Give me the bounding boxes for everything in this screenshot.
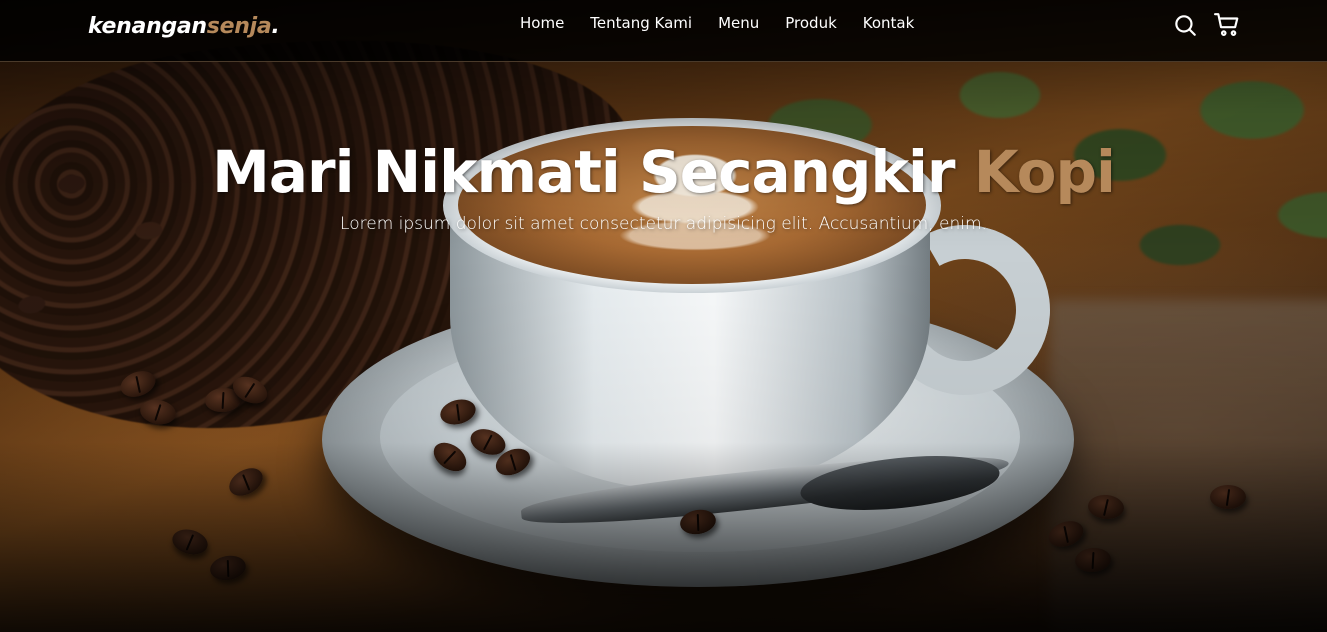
- hero-title-accent: Kopi: [973, 138, 1116, 206]
- nav-link-produk[interactable]: Produk: [785, 12, 837, 34]
- nav-icons: [1172, 12, 1240, 38]
- logo-main-text: kenangan: [88, 14, 207, 39]
- nav-link-home[interactable]: Home: [520, 12, 564, 34]
- hero-subtitle: Lorem ipsum dolor sit amet consectetur a…: [340, 213, 987, 234]
- hero-section: Mari Nikmati Secangkir Kopi Lorem ipsum …: [0, 0, 1327, 632]
- nav-links: Home Tentang Kami Menu Produk Kontak: [520, 12, 914, 34]
- navbar: kenangansenja. Home Tentang Kami Menu Pr…: [0, 0, 1327, 62]
- search-icon[interactable]: [1172, 12, 1198, 38]
- hero-title-main: Mari Nikmati Secangkir: [212, 138, 974, 206]
- nav-link-tentang-kami[interactable]: Tentang Kami: [590, 12, 692, 34]
- hero-overlay: [0, 0, 1327, 632]
- hero-title: Mari Nikmati Secangkir Kopi: [0, 138, 1327, 208]
- logo-accent-text: senja: [206, 14, 272, 39]
- logo-dot: .: [271, 14, 280, 39]
- hero-content: Mari Nikmati Secangkir Kopi Lorem ipsum …: [0, 138, 1327, 234]
- nav-link-kontak[interactable]: Kontak: [863, 12, 915, 34]
- shopping-cart-icon[interactable]: [1214, 12, 1240, 38]
- nav-link-menu[interactable]: Menu: [718, 12, 759, 34]
- brand-logo[interactable]: kenangansenja.: [88, 14, 280, 39]
